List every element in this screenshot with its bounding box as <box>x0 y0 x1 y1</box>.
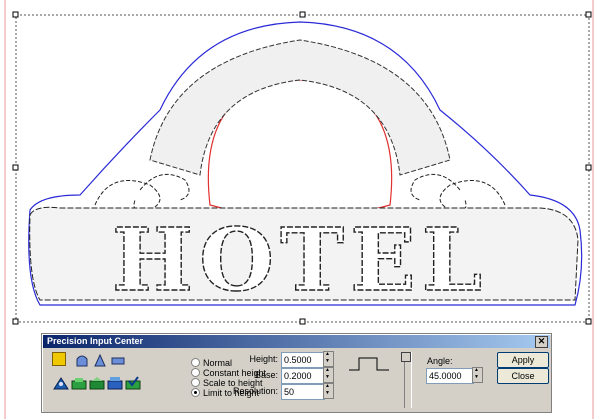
handle-top-right <box>585 11 592 18</box>
precision-input-center-dialog: Precision Input Center ✕ Normal Constant… <box>41 333 552 413</box>
handle-top-mid <box>299 11 306 18</box>
height-label: Height: <box>249 354 278 364</box>
render-check-icon[interactable] <box>124 374 142 392</box>
flat-color-swatch-icon[interactable] <box>52 352 66 366</box>
handle-bottom-right <box>585 318 592 325</box>
base-input[interactable] <box>281 368 325 384</box>
dialog-title: Precision Input Center <box>47 336 144 346</box>
render-green-2-icon[interactable] <box>88 374 106 392</box>
pointed-profile-icon[interactable] <box>92 352 110 370</box>
sculpt-tool-icon[interactable] <box>52 374 70 392</box>
render-green-1-icon[interactable] <box>70 374 88 392</box>
base-spinner[interactable] <box>323 367 334 383</box>
resolution-input[interactable] <box>281 384 325 400</box>
mode-normal-label: Normal <box>203 358 233 368</box>
handle-bottom-left <box>12 318 19 325</box>
dialog-titlebar[interactable]: Precision Input Center ✕ <box>43 335 550 348</box>
armadillo-hotel-logo[interactable]: ARMADILLO HOTEL <box>0 0 583 312</box>
flat-profile-icon[interactable] <box>110 352 128 370</box>
render-blue-icon[interactable] <box>106 374 124 392</box>
angle-input[interactable] <box>426 368 474 384</box>
armadillo-text: ARMADILLO <box>0 0 13 6</box>
mode-constant-height-radio[interactable] <box>191 368 200 377</box>
armadillo-textpath: ARMADILLO <box>0 0 14 7</box>
mode-scale-to-height-radio[interactable] <box>191 378 200 387</box>
handle-mid-right <box>585 164 592 171</box>
hotel-text: HOTEL <box>112 210 488 311</box>
profile-preview-icon <box>349 357 389 371</box>
dialog-close-icon[interactable]: ✕ <box>535 336 548 348</box>
handle-mid-left <box>12 164 19 171</box>
handle-bottom-mid <box>299 318 306 325</box>
mode-limit-to-height-radio[interactable] <box>191 388 200 397</box>
height-input[interactable] <box>281 352 325 368</box>
round-profile-icon[interactable] <box>74 352 92 370</box>
mode-normal[interactable]: Normal <box>191 358 232 368</box>
angle-spinner[interactable] <box>472 367 483 383</box>
mode-normal-radio[interactable] <box>191 358 200 367</box>
apply-button[interactable]: Apply <box>497 352 549 368</box>
resolution-spinner[interactable] <box>323 383 334 399</box>
base-label: Base: <box>254 370 278 380</box>
height-slider-thumb[interactable] <box>401 352 411 362</box>
close-button[interactable]: Close <box>497 368 549 384</box>
angle-label: Angle: <box>427 356 453 366</box>
height-spinner[interactable] <box>323 351 334 367</box>
handle-top-left <box>12 11 19 18</box>
resolution-label: Resolution: <box>232 386 278 396</box>
